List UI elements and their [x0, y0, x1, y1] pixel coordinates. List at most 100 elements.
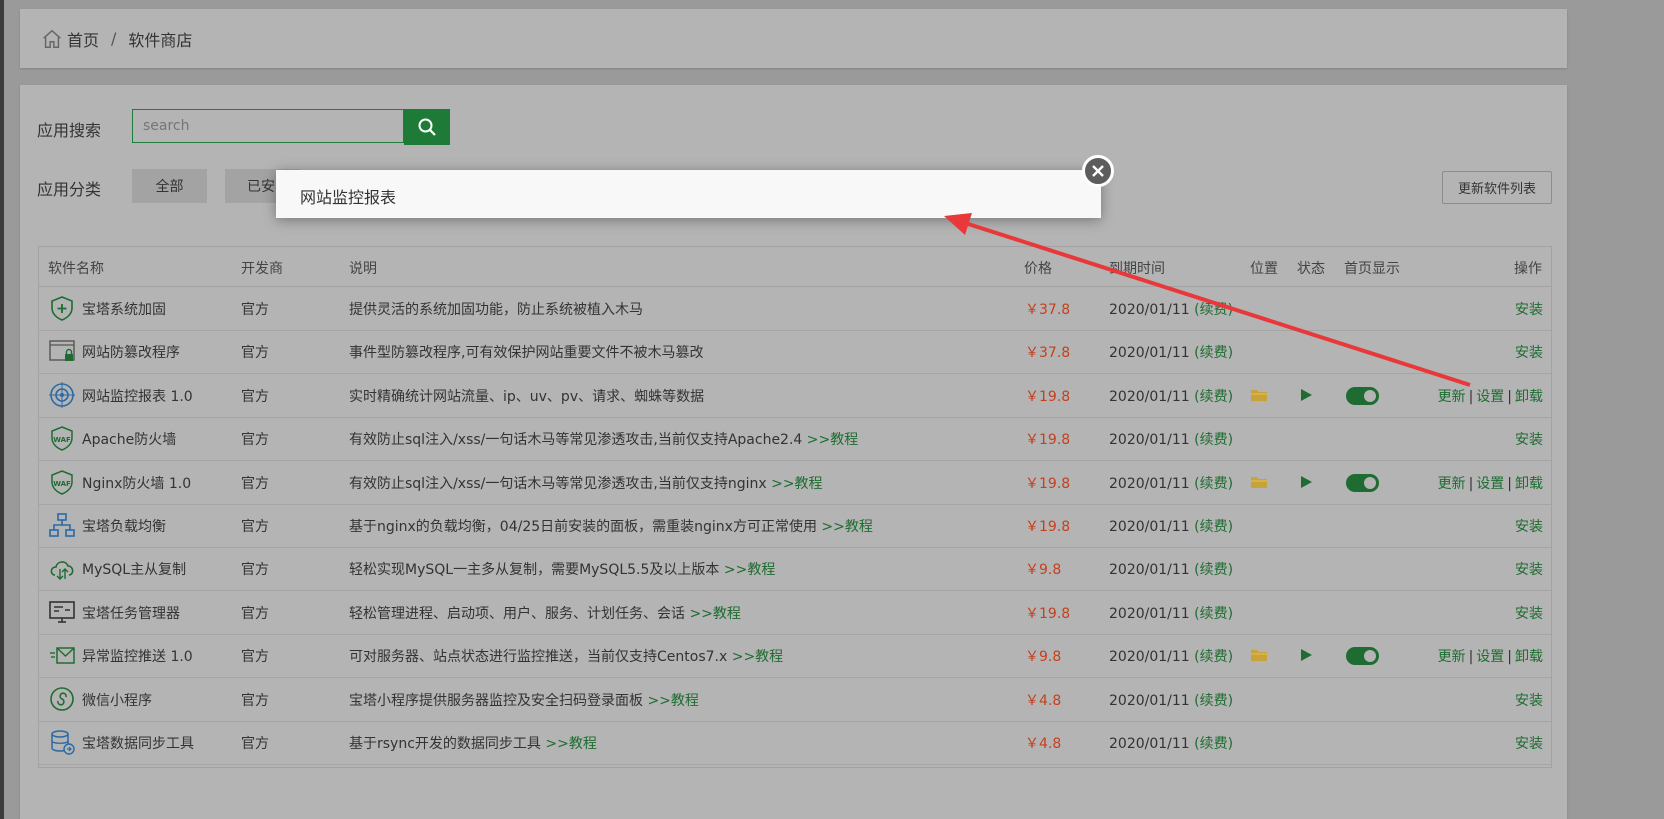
expire-date-text: 2020/01/11: [1109, 345, 1190, 362]
tutorial-link[interactable]: >>教程: [771, 476, 822, 492]
category-label: 应用分类: [37, 180, 102, 199]
header-homepage: 首页显示: [1344, 261, 1400, 277]
renew-link[interactable]: (续费): [1194, 562, 1233, 578]
expire-date: 2020/01/11 (续费): [1109, 516, 1233, 536]
folder-icon[interactable]: [1251, 389, 1267, 401]
search-button[interactable]: [404, 109, 450, 145]
install-link[interactable]: 安装: [1515, 299, 1543, 319]
renew-link[interactable]: (续费): [1194, 345, 1233, 361]
tutorial-link[interactable]: >>教程: [821, 519, 872, 535]
breadcrumb-home[interactable]: 首页: [67, 27, 99, 51]
renew-link[interactable]: (续费): [1194, 389, 1233, 405]
expire-date: 2020/01/11 (续费): [1109, 473, 1233, 493]
expire-date: 2020/01/11 (续费): [1109, 646, 1233, 666]
header-expire: 到期时间: [1109, 261, 1165, 277]
modal-title: 网站监控报表: [300, 188, 397, 207]
header-position: 位置: [1250, 261, 1278, 277]
renew-link[interactable]: (续费): [1194, 476, 1233, 492]
software-name: Nginx防火墙 1.0: [82, 475, 192, 492]
expire-date-text: 2020/01/11: [1109, 388, 1190, 405]
homepage-toggle[interactable]: [1346, 647, 1379, 666]
settings-link[interactable]: 设置: [1476, 389, 1504, 405]
shield-plus-icon: [51, 296, 73, 321]
tutorial-link[interactable]: >>教程: [689, 606, 740, 622]
price: ￥19.8: [1025, 519, 1071, 535]
expire-date-text: 2020/01/11: [1109, 605, 1190, 622]
table-row: 异常监控推送 1.0 官方 可对服务器、站点状态进行监控推送，当前仅支持Centos…: [39, 634, 1551, 679]
price: ￥37.8: [1025, 302, 1071, 318]
send-mail-icon: [50, 647, 75, 664]
renew-link[interactable]: (续费): [1194, 432, 1233, 448]
install-link[interactable]: 安装: [1515, 342, 1543, 362]
table-row: 网站防篡改程序 官方 事件型防篡改程序,可有效保护网站重要文件不被木马篡改 ￥37.8…: [39, 330, 1551, 375]
install-link[interactable]: 安装: [1515, 429, 1543, 449]
uninstall-link[interactable]: 卸载: [1515, 476, 1543, 492]
settings-link[interactable]: 设置: [1476, 649, 1504, 665]
folder-icon[interactable]: [1251, 649, 1267, 662]
uninstall-link[interactable]: 卸载: [1515, 649, 1543, 665]
play-icon[interactable]: [1301, 475, 1312, 488]
install-link[interactable]: 安装: [1515, 516, 1543, 536]
expire-date: 2020/01/11 (续费): [1109, 559, 1233, 579]
search-input[interactable]: [132, 109, 404, 143]
update-link[interactable]: 更新: [1438, 649, 1466, 665]
price: ￥9.8: [1025, 649, 1062, 666]
price: ￥19.8: [1025, 475, 1071, 492]
table-header: 软件名称 开发商 说明 价格 到期时间 位置 状态 首页显示 操作: [39, 247, 1551, 287]
tutorial-link[interactable]: >>教程: [724, 562, 775, 578]
mini-program-icon: [50, 686, 74, 711]
description-text: 宝塔小程序提供服务器监控及安全扫码登录面板: [349, 692, 643, 709]
breadcrumb: 首页 / 软件商店: [20, 9, 1567, 68]
waf-shield-icon: WAF: [51, 426, 73, 451]
install-link[interactable]: 安装: [1515, 690, 1543, 710]
home-icon[interactable]: [41, 28, 63, 50]
install-link[interactable]: 安装: [1515, 733, 1543, 753]
renew-link[interactable]: (续费): [1194, 606, 1233, 622]
table-row: 网站监控报表 1.0 官方 实时精确统计网站流量、ip、uv、pv、请求、蜘蛛等数据…: [39, 374, 1551, 418]
update-link[interactable]: 更新: [1438, 389, 1466, 405]
description: 可对服务器、站点状态进行监控推送，当前仅支持Centos7.x >>教程: [349, 646, 783, 666]
expire-date: 2020/01/11 (续费): [1109, 342, 1233, 362]
description: 提供灵活的系统加固功能，防止系统被植入木马: [349, 299, 643, 319]
renew-link[interactable]: (续费): [1194, 649, 1233, 665]
renew-link[interactable]: (续费): [1194, 736, 1233, 752]
description-text: 基于rsync开发的数据同步工具: [349, 736, 541, 752]
renew-link[interactable]: (续费): [1194, 693, 1233, 709]
play-icon[interactable]: [1301, 388, 1312, 401]
tutorial-link[interactable]: >>教程: [732, 649, 783, 665]
developer: 官方: [241, 388, 269, 405]
expire-date-text: 2020/01/11: [1109, 475, 1190, 492]
software-name: 宝塔系统加固: [82, 302, 166, 318]
modal-close-button[interactable]: [1082, 155, 1114, 187]
software-name: 网站防篡改程序: [82, 345, 180, 362]
homepage-toggle[interactable]: [1346, 386, 1379, 405]
description-text: 事件型防篡改程序,可有效保护网站重要文件不被木马篡改: [349, 345, 704, 362]
renew-link[interactable]: (续费): [1194, 302, 1233, 318]
tutorial-link[interactable]: >>教程: [647, 693, 698, 709]
renew-link[interactable]: (续费): [1194, 519, 1233, 535]
price: ￥4.8: [1025, 736, 1062, 752]
tutorial-link[interactable]: >>教程: [545, 736, 596, 752]
uninstall-link[interactable]: 卸载: [1515, 389, 1543, 405]
software-table: 软件名称 开发商 说明 价格 到期时间 位置 状态 首页显示 操作 宝塔系统加固…: [38, 246, 1552, 768]
install-link[interactable]: 安装: [1515, 559, 1543, 579]
expire-date-text: 2020/01/11: [1109, 736, 1190, 752]
table-row: WAF Apache防火墙 官方 有效防止sql注入/xss/一句话木马等常见渗透攻击…: [39, 417, 1551, 462]
tutorial-link[interactable]: >>教程: [807, 432, 858, 448]
developer: 官方: [241, 475, 269, 492]
homepage-toggle[interactable]: [1346, 473, 1379, 492]
header-status: 状态: [1297, 261, 1325, 277]
install-link[interactable]: 安装: [1515, 603, 1543, 623]
update-link[interactable]: 更新: [1438, 476, 1466, 492]
category-all[interactable]: 全部: [132, 169, 207, 203]
table-row: 微信小程序 官方 宝塔小程序提供服务器监控及安全扫码登录面板 >>教程 ￥4.8 202…: [39, 678, 1551, 722]
webpage-lock-icon: [49, 340, 75, 362]
play-icon[interactable]: [1301, 649, 1312, 662]
folder-icon[interactable]: [1251, 476, 1267, 488]
table-row: 宝塔数据同步工具 官方 基于rsync开发的数据同步工具 >>教程 ￥4.8 2020/…: [39, 721, 1551, 765]
settings-link[interactable]: 设置: [1476, 476, 1504, 492]
table-row: WAF Nginx防火墙 1.0 官方 有效防止sql注入/xss/一句话木马等常见渗…: [39, 461, 1551, 505]
divider: |: [1468, 388, 1474, 405]
refresh-software-list-button[interactable]: 更新软件列表: [1442, 171, 1552, 204]
table-row: 宝塔负载均衡 官方 基于nginx的负载均衡，04/25日前安装的面板，需重装ngi…: [39, 504, 1551, 548]
